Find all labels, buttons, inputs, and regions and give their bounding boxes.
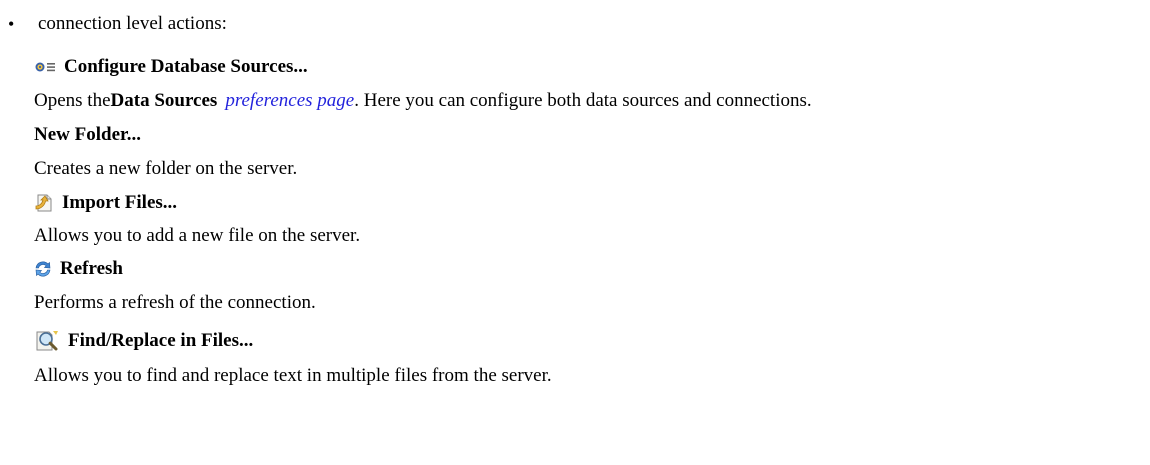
find-replace-icon xyxy=(34,329,60,353)
data-sources-label: Data Sources xyxy=(110,90,218,111)
configure-database-sources-term: Configure Database Sources... xyxy=(34,52,1144,82)
connection-actions-bullet-item: • connection level actions: xyxy=(8,12,227,36)
bullet-marker: • xyxy=(8,13,15,34)
new-folder-desc: Creates a new folder on the server. xyxy=(34,158,298,179)
refresh-desc: Performs a refresh of the connection. xyxy=(34,292,316,313)
configure-database-sources-icon xyxy=(34,60,56,74)
import-files-term: Import Files... xyxy=(34,188,1144,218)
configure-database-sources-desc: Opens the Data Sources preferences page … xyxy=(34,82,1144,120)
refresh-title: Refresh xyxy=(60,258,123,279)
refresh-term: Refresh xyxy=(34,254,1144,284)
desc-text: Opens the xyxy=(34,90,111,111)
refresh-icon xyxy=(34,260,52,278)
preferences-page-link[interactable]: preferences page xyxy=(225,90,354,112)
new-folder-title: New Folder... xyxy=(34,124,141,145)
configure-database-sources-title: Configure Database Sources... xyxy=(64,56,308,77)
import-files-title: Import Files... xyxy=(62,192,178,213)
find-replace-term: Find/Replace in Files... xyxy=(34,324,1144,358)
import-files-icon xyxy=(34,193,54,213)
desc-text-end: . Here you can configure both data sourc… xyxy=(354,90,812,111)
find-replace-desc: Allows you to find and replace text in m… xyxy=(34,365,552,386)
actions-definition-list: Configure Database Sources... Opens the … xyxy=(34,52,1144,394)
find-replace-title: Find/Replace in Files... xyxy=(68,330,254,351)
import-files-desc: Allows you to add a new file on the serv… xyxy=(34,225,361,246)
connection-actions-heading: connection level actions: xyxy=(38,13,227,34)
new-folder-term: New Folder... xyxy=(34,120,1144,150)
